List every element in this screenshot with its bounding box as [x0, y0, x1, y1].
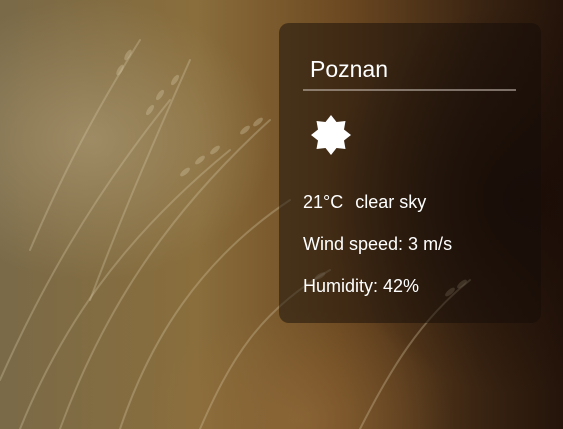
sun-icon	[311, 115, 351, 155]
temperature-value: 21°C	[303, 192, 344, 212]
weather-description: clear sky	[355, 192, 427, 212]
city-name: Poznan	[310, 56, 389, 82]
wind-speed: Wind speed: 3 m/s	[303, 234, 453, 254]
temperature-row: 21°C clear sky	[303, 191, 426, 213]
humidity: Humidity: 42%	[303, 276, 420, 296]
weather-card: Poznan 21°C clear sky Wind speed: 3 m/s H…	[279, 23, 541, 323]
city-divider	[303, 89, 516, 91]
